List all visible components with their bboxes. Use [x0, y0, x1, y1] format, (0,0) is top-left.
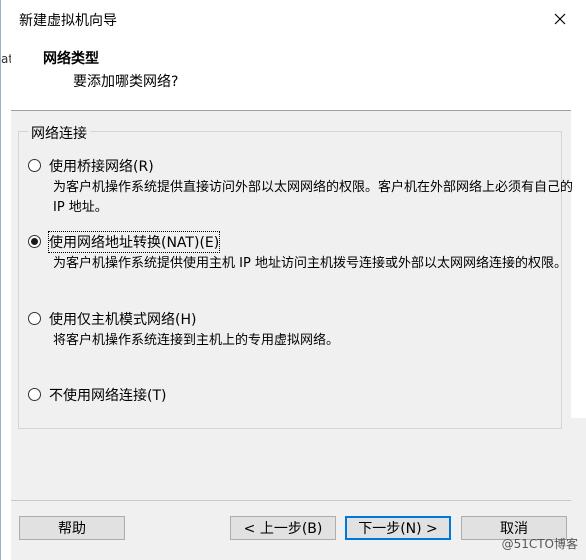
title-bar: 新建虚拟机向导 — [1, 0, 586, 38]
background-window-left — [1, 38, 11, 560]
radio-no-network[interactable] — [28, 388, 41, 401]
help-button[interactable]: 帮助 — [19, 516, 125, 540]
new-vm-wizard-dialog: at 新建虚拟机向导 网络类型 要添加哪类网络? 网络连接 使用桥接网络(R) … — [0, 0, 586, 560]
window-title: 新建虚拟机向导 — [19, 13, 117, 29]
close-button[interactable] — [547, 6, 573, 32]
radio-bridged[interactable] — [28, 159, 41, 172]
option-host-only-desc: 将客户机操作系统连接到主机上的专用虚拟网络。 — [53, 333, 340, 348]
back-button[interactable]: < 上一步(B) — [230, 516, 336, 540]
option-host-only-label[interactable]: 使用仅主机模式网络(H) — [49, 309, 196, 329]
option-nat-label[interactable]: 使用网络地址转换(NAT)(E) — [47, 231, 221, 253]
radio-nat[interactable] — [28, 235, 41, 248]
header-subtitle: 要添加哪类网络? — [73, 74, 179, 90]
option-bridged-desc: 为客户机操作系统提供直接访问外部以太网网络的权限。客户机在外部网络上必须有自己的… — [53, 180, 574, 215]
header-title: 网络类型 — [43, 51, 99, 67]
next-button[interactable]: 下一步(N) > — [345, 516, 451, 540]
option-bridged-label[interactable]: 使用桥接网络(R) — [49, 156, 154, 176]
radio-host-only[interactable] — [28, 312, 41, 325]
wizard-content: 网络连接 使用桥接网络(R) 为客户机操作系统提供直接访问外部以太网网络的权限。… — [11, 111, 574, 511]
option-nat-desc: 为客户机操作系统提供使用主机 IP 地址访问主机拨号连接或外部以太网网络连接的权… — [53, 256, 567, 271]
watermark: @51CTO博客 — [501, 537, 578, 551]
wizard-header: 网络类型 要添加哪类网络? — [11, 38, 571, 111]
background-window-right — [570, 38, 586, 418]
close-icon — [554, 13, 566, 25]
group-legend: 网络连接 — [28, 123, 90, 143]
footer-divider — [11, 500, 571, 501]
option-no-network-label[interactable]: 不使用网络连接(T) — [49, 385, 166, 405]
